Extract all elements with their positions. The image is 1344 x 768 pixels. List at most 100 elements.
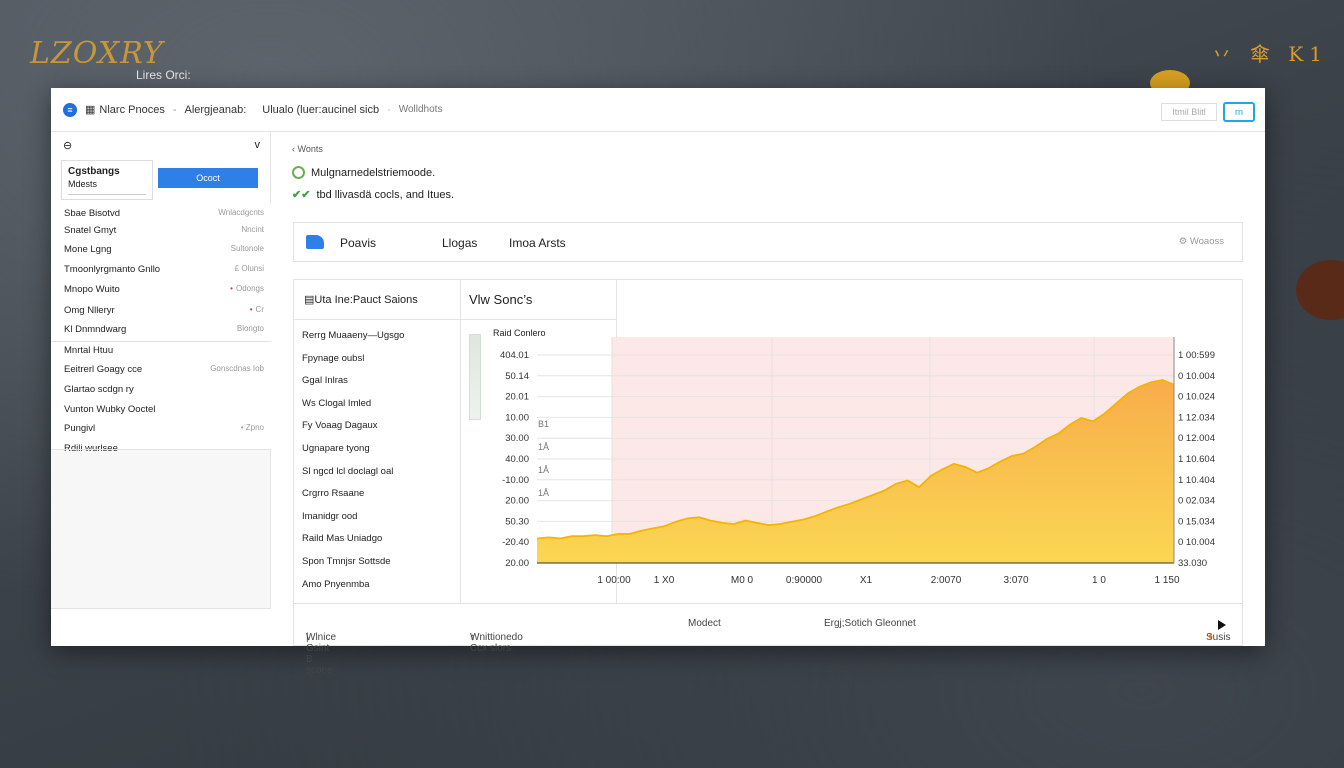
sidebar-list: Sbae Bisotvd Wnlacdgcnts Snatel Gmyt Nncint…: [51, 204, 271, 454]
star-icon: ✦: [1206, 632, 1215, 643]
y-tick-label: 20.00: [505, 496, 529, 507]
sidebar-item[interactable]: Snatel Gmyt Nncint: [64, 225, 264, 236]
right-tick-label: 0 10.024: [1178, 392, 1215, 403]
play-icon[interactable]: [1218, 620, 1226, 630]
notice-text: tbd llivasdä cocls, and Itues.: [316, 188, 455, 201]
grid-icon[interactable]: ▦: [85, 103, 95, 116]
divider: [51, 449, 271, 450]
sidebar-item-label: Glartao scdgn ry: [64, 384, 134, 395]
sidebar-item-label: Omg Nlleryr: [64, 305, 115, 316]
right-tick-label: 1 10.604: [1178, 454, 1215, 465]
notice-line: Mulgnarnedelstriemoode.: [292, 166, 435, 179]
y-tick-label: 50.30: [505, 516, 529, 527]
sidebar-item[interactable]: Mnopo Wuito • Odongs: [64, 284, 264, 295]
page-breadcrumb-label: Wonts: [297, 144, 323, 154]
sidebar-item[interactable]: Sbae Bisotvd Wnlacdgcnts: [64, 208, 264, 219]
sidebar-item-meta: • Cr: [250, 305, 264, 316]
sidebar-item-label: Mnrtal Htuu: [64, 345, 114, 356]
sidebar-item-label: Snatel Gmyt: [64, 225, 117, 236]
sidebar-item-label: Tmoonlyrgmanto Gnllo: [64, 264, 161, 275]
sidebar-item-label: Mnopo Wuito: [64, 284, 120, 295]
sidebar-item-label: Kl Dnmndwarg: [64, 324, 127, 335]
notice-line: ✔✔ tbd llivasdä cocls, and Itues.: [292, 188, 455, 202]
tab-overview[interactable]: Poavis: [340, 236, 376, 250]
y-tick-label: 30.00: [505, 433, 529, 444]
chevron-down-icon[interactable]: v: [255, 139, 261, 151]
sidebar-item-label: Mone Lgng: [64, 244, 112, 255]
tab-assets[interactable]: Imoa Arsts: [509, 236, 566, 250]
sidebar-item-meta: Sultonole: [228, 244, 264, 255]
breadcrumb-separator: ·: [387, 103, 391, 116]
filter-icon[interactable]: ⊖: [63, 139, 72, 152]
y-tick-label: -20.40: [502, 537, 529, 548]
sidebar-item-meta: Wnlacdgcnts: [215, 208, 264, 219]
y-tick-label: -10.00: [502, 475, 529, 486]
footer-item-label: Wlnice Gsint B scooe: [306, 632, 337, 676]
sidebar: ⊖ v Cgstbangs Mdests Ococt Sbae Bisotvd W…: [51, 132, 271, 646]
sidebar-item[interactable]: Pungivl • Zpno: [64, 423, 264, 434]
sidebar-item-meta: [261, 384, 264, 395]
right-tick-label: 33.030: [1178, 558, 1207, 569]
breadcrumb-item[interactable]: Ulualo (luer:aucinel sicb: [262, 104, 379, 116]
tick-mark-label: 1Å: [538, 465, 549, 475]
corner-glyphs: 丷 傘 K1: [1211, 42, 1328, 66]
data-panel: ▤ Uta Ine:Pauct Saions Rerrg Muaaeny—Ugs…: [293, 279, 1243, 604]
sidebar-item[interactable]: Mnrtal Htuu: [64, 345, 264, 356]
secondary-button[interactable]: Itmil Blitl: [1161, 103, 1217, 121]
sidebar-item[interactable]: Vunton Wubky Ooctel: [64, 404, 264, 415]
tick-mark-label: B1: [538, 419, 549, 429]
footer-item[interactable]: Modect: [688, 618, 721, 629]
sidebar-action-button[interactable]: Ococt: [158, 168, 258, 188]
sidebar-header: ⊖ v: [51, 132, 270, 158]
x-tick-label: 1 0: [1092, 575, 1106, 586]
breadcrumb-separator: -: [172, 103, 177, 116]
right-tick-label: 0 10.004: [1178, 371, 1215, 382]
brand-subtitle: Lires Orci:: [136, 68, 191, 82]
area-chart: 404.01 50.14 20.01 10.00 30.00 40.00 -10.00 20.…: [500, 337, 1215, 586]
x-tick-label: X1: [860, 575, 873, 586]
footer-item[interactable]: Ergj;Sotich Gleonnet: [824, 618, 916, 629]
footer-item-label: Wnittionedo Ccx slors: [470, 632, 523, 654]
page-breadcrumb[interactable]: ‹ Wonts: [292, 144, 323, 154]
sidebar-item-meta: • Zpno: [238, 423, 264, 434]
sidebar-item-meta: • Odongs: [230, 284, 264, 295]
y-tick-label: 40.00: [505, 454, 529, 465]
sidebar-item-meta: Nncint: [238, 225, 264, 236]
breadcrumb-item[interactable]: Wolldhots: [399, 104, 443, 115]
status-dot: •: [230, 284, 233, 293]
breadcrumb-item[interactable]: Alergjeanab:: [185, 104, 247, 116]
divider: [68, 194, 146, 195]
right-tick-label: 0 02.034: [1178, 496, 1215, 507]
sidebar-item[interactable]: Glartao scdgn ry: [64, 384, 264, 395]
sidebar-item-label: Eeitrerl Goagy cce: [64, 364, 143, 375]
x-tick-label: 1 150: [1154, 575, 1179, 586]
y-tick-label: 20.00: [505, 558, 529, 569]
sidebar-item[interactable]: Eeitrerl Goagy cce Gonscdnas Iob: [64, 364, 264, 375]
y-tick-label: 10.00: [505, 412, 529, 423]
sidebar-item[interactable]: Tmoonlyrgmanto Gnllo £ Olunsi: [64, 264, 264, 275]
divider: [51, 341, 271, 342]
x-tick-label: 2:0070: [931, 575, 962, 586]
breadcrumb-item[interactable]: Nlarc Pnoces: [99, 104, 164, 116]
primary-outline-button[interactable]: rn: [1223, 102, 1255, 122]
tab-bar: Poavis Llogas Imoa Arsts ⚙ Woaoss: [293, 222, 1243, 262]
tick-mark-label: 1Å: [538, 488, 549, 498]
tab-settings[interactable]: ⚙ Woaoss: [1179, 236, 1224, 247]
sidebar-item-meta-text: • Zpno: [240, 423, 264, 432]
home-icon[interactable]: ≡: [63, 102, 77, 117]
topbar: ≡ ▦ Nlarc Pnoces - Alergjeanab: Ulualo (…: [51, 88, 1265, 132]
status-dot: •: [249, 305, 253, 314]
sidebar-card[interactable]: Cgstbangs Mdests: [61, 160, 153, 200]
status-circle-icon: [292, 166, 305, 179]
x-tick-label: 0:90000: [786, 575, 823, 586]
sidebar-item-meta: Gonscdnas Iob: [207, 364, 264, 375]
x-tick-label: 1 X0: [654, 575, 675, 586]
sidebar-item[interactable]: Kl Dnmndwarg Blongto: [64, 324, 264, 335]
bg-leaf-shape: [1296, 260, 1344, 320]
sidebar-item[interactable]: Omg Nlleryr • Cr: [64, 305, 264, 316]
tick-mark-label: 1Å: [538, 442, 549, 452]
tab-logs[interactable]: Llogas: [442, 236, 477, 250]
right-tick-label: 1 10.404: [1178, 475, 1215, 486]
folder-icon: [306, 235, 324, 249]
sidebar-item[interactable]: Mone Lgng Sultonole: [64, 244, 264, 255]
